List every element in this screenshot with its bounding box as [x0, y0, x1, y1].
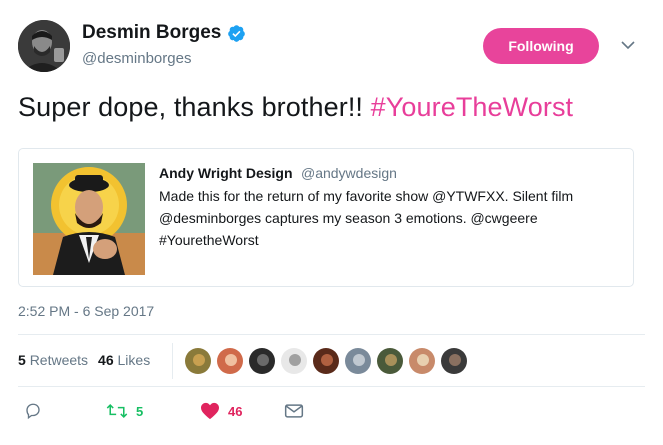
quoted-tweet-image[interactable]: [33, 163, 145, 275]
liker-avatar[interactable]: [344, 347, 372, 375]
like-button[interactable]: 46: [200, 402, 242, 420]
divider: [18, 386, 645, 387]
retweets-stat[interactable]: 5 Retweets: [18, 352, 88, 368]
chevron-down-icon[interactable]: [621, 40, 635, 50]
likes-count: 46: [98, 352, 114, 368]
heart-icon: [201, 402, 219, 420]
likes-stat[interactable]: 46 Likes: [98, 352, 150, 368]
liker-avatar[interactable]: [184, 347, 212, 375]
liker-avatar[interactable]: [376, 347, 404, 375]
tweet-body: Super dope, thanks brother!!: [18, 92, 364, 122]
liker-avatar[interactable]: [440, 347, 468, 375]
liker-avatar[interactable]: [408, 347, 436, 375]
liker-avatar[interactable]: [280, 347, 308, 375]
quoted-author-name[interactable]: Andy Wright Design: [159, 165, 293, 181]
quoted-author: Andy Wright Design @andywdesign: [159, 165, 619, 183]
hashtag-link[interactable]: #YoureTheWorst: [371, 92, 574, 122]
liker-avatar[interactable]: [248, 347, 276, 375]
reply-icon: [26, 403, 40, 420]
tweet-stats: 5 Retweets 46 Likes: [18, 352, 150, 368]
liker-avatar[interactable]: [312, 347, 340, 375]
retweet-count: 5: [136, 403, 144, 419]
following-button[interactable]: Following: [483, 28, 599, 64]
tweet-timestamp[interactable]: 2:52 PM - 6 Sep 2017: [18, 303, 154, 319]
retweet-button[interactable]: 5: [106, 402, 143, 420]
reply-button[interactable]: [24, 402, 50, 420]
retweets-label: Retweets: [29, 352, 89, 368]
author-display-name[interactable]: Desmin Borges: [82, 22, 246, 44]
verified-icon: [228, 24, 246, 42]
like-count: 46: [228, 403, 243, 419]
liker-avatar[interactable]: [216, 347, 244, 375]
retweet-icon: [106, 403, 128, 419]
tweet-text: Super dope, thanks brother!! #YoureTheWo…: [18, 92, 573, 123]
divider: [18, 334, 645, 335]
quoted-author-handle[interactable]: @andywdesign: [301, 165, 397, 181]
author-handle[interactable]: @desminborges: [82, 50, 246, 67]
quoted-tweet-body: Andy Wright Design @andywdesign Made thi…: [159, 165, 619, 251]
direct-message-button[interactable]: [284, 402, 304, 420]
display-name-text[interactable]: Desmin Borges: [82, 22, 221, 44]
retweets-count: 5: [18, 352, 26, 368]
likes-label: Likes: [117, 352, 151, 368]
tweet-header: Desmin Borges @desminborges Following: [18, 18, 645, 78]
quoted-tweet[interactable]: Andy Wright Design @andywdesign Made thi…: [18, 148, 634, 287]
mail-icon: [284, 404, 304, 418]
author-avatar[interactable]: [18, 20, 70, 72]
author-names: Desmin Borges @desminborges: [82, 22, 246, 67]
liker-avatars: [184, 347, 468, 375]
stats-separator: [172, 343, 173, 379]
quoted-tweet-text: Made this for the return of my favorite …: [159, 188, 574, 248]
tweet-actions: 5 46: [18, 402, 645, 426]
